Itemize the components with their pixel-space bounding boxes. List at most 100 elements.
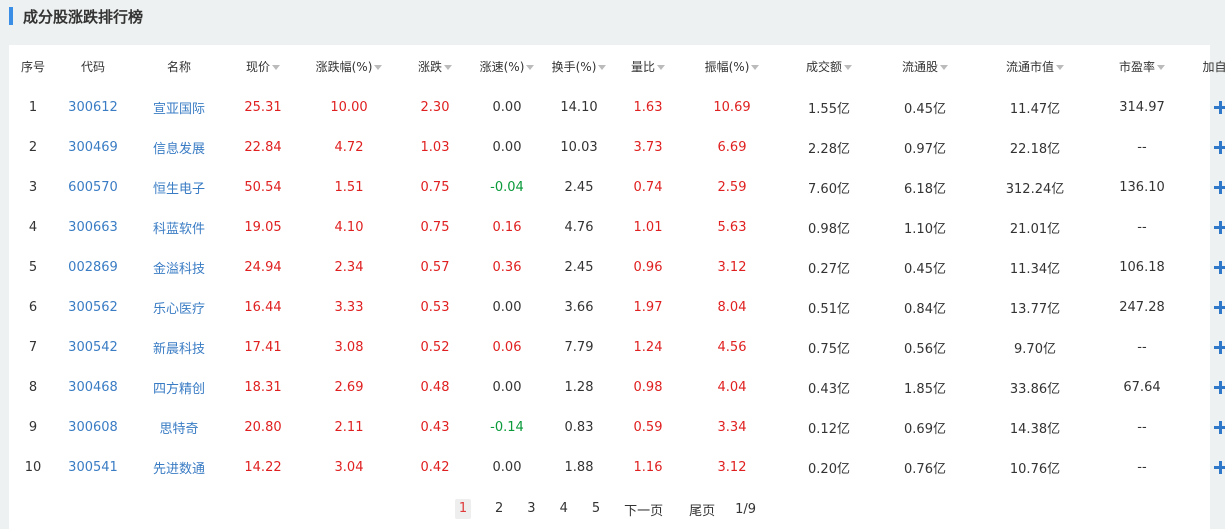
page-link-3[interactable]: 3 bbox=[527, 501, 535, 516]
stock-name-link[interactable]: 乐心医疗 bbox=[129, 287, 229, 327]
table-row: 2 300469 信息发展 22.84 4.72 1.03 0.00 10.03 3.73 6.6… bbox=[9, 127, 1225, 167]
plus-icon[interactable] bbox=[1214, 220, 1225, 234]
turnover-amount: 0.51亿 bbox=[808, 301, 850, 317]
stock-name-link[interactable]: 宣亚国际 bbox=[129, 87, 229, 127]
header-price[interactable]: 现价 bbox=[229, 45, 297, 87]
stock-name-link[interactable]: 信息发展 bbox=[129, 127, 229, 167]
pe-ratio: -- bbox=[1137, 339, 1147, 355]
header-change-pct[interactable]: 涨跌幅(%) bbox=[297, 45, 401, 87]
stock-code-link[interactable]: 300542 bbox=[57, 327, 129, 367]
volume-ratio: 0.96 bbox=[633, 259, 663, 275]
plus-icon[interactable] bbox=[1214, 180, 1225, 194]
stock-code-link[interactable]: 300468 bbox=[57, 367, 129, 407]
table-header-row: 序号 代码 名称 现价 涨跌幅(%) 涨跌 涨速(%) 换手(%) 量比 振幅(%) 成交额 流通股 流… bbox=[9, 45, 1225, 87]
caret-down-icon[interactable] bbox=[844, 64, 852, 70]
speed-pct: -0.14 bbox=[490, 419, 524, 435]
plus-icon[interactable] bbox=[1214, 300, 1225, 314]
amplitude-pct: 4.04 bbox=[717, 379, 747, 395]
plus-icon[interactable] bbox=[1214, 100, 1225, 114]
stock-code-link[interactable]: 600570 bbox=[57, 167, 129, 207]
header-amplitude[interactable]: 振幅(%) bbox=[683, 45, 781, 87]
header-float-cap[interactable]: 流通市值 bbox=[973, 45, 1097, 87]
page-link-1[interactable]: 1 bbox=[455, 499, 471, 519]
page-link-5[interactable]: 5 bbox=[592, 501, 600, 516]
turnover-amount: 0.75亿 bbox=[808, 341, 850, 357]
page-link-2[interactable]: 2 bbox=[495, 501, 503, 516]
stock-code-link[interactable]: 002869 bbox=[57, 247, 129, 287]
plus-icon[interactable] bbox=[1214, 340, 1225, 354]
plus-icon[interactable] bbox=[1214, 460, 1225, 474]
table-row: 1 300612 宣亚国际 25.31 10.00 2.30 0.00 14.10 1.63 10… bbox=[9, 87, 1225, 127]
add-to-watchlist-cell bbox=[1187, 327, 1225, 367]
add-to-watchlist-cell bbox=[1187, 287, 1225, 327]
plus-icon[interactable] bbox=[1214, 420, 1225, 434]
header-label: 换手(%) bbox=[551, 59, 597, 74]
table-row: 6 300562 乐心医疗 16.44 3.33 0.53 0.00 3.66 1.97 8.04… bbox=[9, 287, 1225, 327]
float-shares: 0.56亿 bbox=[904, 341, 946, 357]
float-market-cap: 11.34亿 bbox=[1009, 261, 1061, 277]
header-turnover[interactable]: 换手(%) bbox=[545, 45, 613, 87]
pe-ratio: 67.64 bbox=[1123, 379, 1161, 395]
float-market-cap: 22.18亿 bbox=[1009, 141, 1061, 157]
caret-down-icon[interactable] bbox=[272, 64, 280, 70]
page-link-4[interactable]: 4 bbox=[560, 501, 568, 516]
amplitude-pct: 2.59 bbox=[717, 179, 747, 195]
turnover-pct: 1.88 bbox=[564, 459, 594, 475]
header-change[interactable]: 涨跌 bbox=[401, 45, 469, 87]
amplitude-pct: 3.34 bbox=[717, 419, 747, 435]
plus-icon[interactable] bbox=[1214, 380, 1225, 394]
float-market-cap: 10.76亿 bbox=[1009, 461, 1061, 477]
change: 2.30 bbox=[420, 99, 450, 115]
stock-name-link[interactable]: 新晨科技 bbox=[129, 327, 229, 367]
turnover-pct: 0.83 bbox=[564, 419, 594, 435]
float-shares: 0.45亿 bbox=[904, 261, 946, 277]
row-index: 7 bbox=[28, 339, 38, 355]
plus-icon[interactable] bbox=[1214, 260, 1225, 274]
stock-name-link[interactable]: 四方精创 bbox=[129, 367, 229, 407]
stock-name-link[interactable]: 先进数通 bbox=[129, 447, 229, 487]
next-page-link[interactable]: 下一页 bbox=[624, 500, 663, 519]
pe-ratio: 136.10 bbox=[1119, 179, 1165, 195]
header-speed[interactable]: 涨速(%) bbox=[469, 45, 545, 87]
caret-down-icon[interactable] bbox=[940, 64, 948, 70]
stock-name-link[interactable]: 恒生电子 bbox=[129, 167, 229, 207]
header-float-shares[interactable]: 流通股 bbox=[877, 45, 973, 87]
speed-pct: 0.00 bbox=[492, 379, 522, 395]
price: 50.54 bbox=[244, 179, 282, 195]
stock-code-link[interactable]: 300663 bbox=[57, 207, 129, 247]
caret-down-icon[interactable] bbox=[526, 64, 535, 70]
caret-down-icon[interactable] bbox=[444, 64, 452, 70]
speed-pct: 0.00 bbox=[492, 459, 522, 475]
stock-code-link[interactable]: 300469 bbox=[57, 127, 129, 167]
header-label: 涨跌 bbox=[417, 59, 442, 74]
header-label: 涨速(%) bbox=[479, 59, 525, 74]
change-pct: 2.34 bbox=[334, 259, 364, 275]
stock-name-link[interactable]: 思特奇 bbox=[129, 407, 229, 447]
plus-icon[interactable] bbox=[1214, 140, 1225, 154]
caret-down-icon[interactable] bbox=[1056, 64, 1064, 70]
change-pct: 1.51 bbox=[334, 179, 364, 195]
page-links: 1 2 3 4 5 bbox=[447, 499, 600, 519]
speed-pct: 0.00 bbox=[492, 99, 522, 115]
stock-code-link[interactable]: 300608 bbox=[57, 407, 129, 447]
caret-down-icon[interactable] bbox=[751, 64, 760, 70]
stock-code-link[interactable]: 300562 bbox=[57, 287, 129, 327]
header-pe[interactable]: 市盈率 bbox=[1097, 45, 1187, 87]
stock-name-link[interactable]: 科蓝软件 bbox=[129, 207, 229, 247]
stock-code-link[interactable]: 300612 bbox=[57, 87, 129, 127]
header-label: 量比 bbox=[630, 59, 655, 74]
stock-name-link[interactable]: 金溢科技 bbox=[129, 247, 229, 287]
stock-code-link[interactable]: 300541 bbox=[57, 447, 129, 487]
header-label: 加自选 bbox=[1202, 59, 1225, 74]
header-volume-ratio[interactable]: 量比 bbox=[613, 45, 683, 87]
page-title: 成分股涨跌排行榜 bbox=[23, 7, 144, 26]
caret-down-icon[interactable] bbox=[657, 64, 665, 70]
caret-down-icon[interactable] bbox=[374, 64, 383, 70]
last-page-link[interactable]: 尾页 bbox=[689, 500, 715, 519]
price: 18.31 bbox=[244, 379, 282, 395]
header-amount[interactable]: 成交额 bbox=[781, 45, 877, 87]
caret-down-icon[interactable] bbox=[1157, 64, 1165, 70]
turnover-amount: 0.27亿 bbox=[808, 261, 850, 277]
caret-down-icon[interactable] bbox=[598, 64, 607, 70]
speed-pct: 0.00 bbox=[492, 299, 522, 315]
